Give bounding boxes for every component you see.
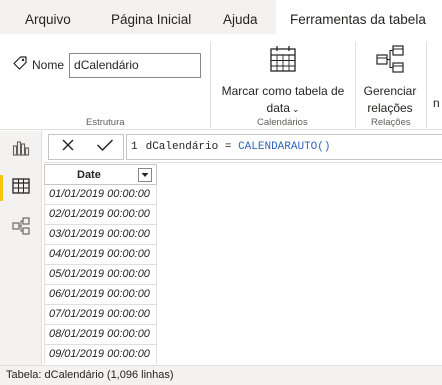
data-grid: Date 01/01/2019 00:00:00 02/01/2019 00:0… bbox=[44, 164, 157, 364]
tab-pagina-inicial[interactable]: Página Inicial bbox=[111, 0, 191, 34]
ribbon-truncated-label: n bbox=[433, 96, 440, 110]
formula-editor[interactable]: 1 dCalendário = CALENDARAUTO() bbox=[126, 134, 442, 160]
model-icon bbox=[12, 216, 30, 240]
view-sidebar bbox=[0, 131, 42, 365]
tag-icon bbox=[12, 55, 28, 76]
group-separator bbox=[210, 42, 211, 128]
manage-relationships-button[interactable]: Gerenciar relações bbox=[360, 44, 420, 117]
manage-label-line1: Gerenciar bbox=[363, 84, 417, 98]
tab-arquivo[interactable]: Arquivo bbox=[25, 0, 71, 34]
formula-actions bbox=[48, 134, 124, 160]
ribbon: Nome Estrutura Marcar como tabela de dat… bbox=[0, 34, 442, 130]
table-name-group: Nome bbox=[12, 52, 202, 78]
table-row[interactable]: 06/01/2019 00:00:00 bbox=[44, 285, 157, 305]
manage-label-line2: relações bbox=[367, 101, 413, 115]
model-view-button[interactable] bbox=[0, 211, 42, 245]
group-separator bbox=[426, 42, 427, 128]
chevron-down-icon bbox=[141, 173, 149, 177]
tab-ajuda[interactable]: Ajuda bbox=[223, 0, 258, 34]
column-filter-button[interactable] bbox=[138, 168, 152, 182]
table-row[interactable]: 04/01/2019 00:00:00 bbox=[44, 245, 157, 265]
column-header-label: Date bbox=[77, 169, 101, 181]
menu-bar: Arquivo Página Inicial Ajuda Ferramentas… bbox=[0, 0, 442, 40]
table-row[interactable]: 07/01/2019 00:00:00 bbox=[44, 305, 157, 325]
formula-function: CALENDARAUTO() bbox=[238, 141, 331, 153]
mark-as-date-table-button[interactable]: Marcar como tabela de data ⌄ bbox=[218, 44, 348, 118]
check-icon bbox=[96, 138, 114, 157]
table-row[interactable]: 09/01/2019 00:00:00 bbox=[44, 345, 157, 364]
bar-chart-icon bbox=[12, 140, 30, 161]
calendar-icon bbox=[218, 44, 348, 79]
group-label-relacoes: Relações bbox=[371, 117, 411, 128]
status-bar: Tabela: dCalendário (1,096 linhas) bbox=[0, 365, 442, 385]
table-row[interactable]: 05/01/2019 00:00:00 bbox=[44, 265, 157, 285]
table-row[interactable]: 08/01/2019 00:00:00 bbox=[44, 325, 157, 345]
formula-operator: = bbox=[224, 141, 232, 153]
group-label-calendarios: Calendários bbox=[257, 117, 308, 128]
cancel-formula-button[interactable] bbox=[55, 135, 81, 159]
group-label-estrutura: Estrutura bbox=[86, 117, 125, 128]
status-text: Tabela: dCalendário (1,096 linhas) bbox=[6, 369, 174, 381]
mark-label-line1: Marcar como tabela de bbox=[221, 84, 345, 98]
data-grid-area: Date 01/01/2019 00:00:00 02/01/2019 00:0… bbox=[44, 164, 442, 364]
name-label: Nome bbox=[32, 58, 65, 72]
group-separator bbox=[355, 42, 356, 128]
table-row[interactable]: 01/01/2019 00:00:00 bbox=[44, 185, 157, 205]
formula-table-name: dCalendário bbox=[145, 141, 219, 153]
chevron-down-icon: ⌄ bbox=[291, 104, 300, 114]
relationships-icon bbox=[360, 44, 420, 79]
table-row[interactable]: 03/01/2019 00:00:00 bbox=[44, 225, 157, 245]
tab-ferramentas-da-tabela[interactable]: Ferramentas da tabela bbox=[276, 0, 442, 40]
table-icon bbox=[12, 177, 30, 199]
column-header-date[interactable]: Date bbox=[44, 164, 157, 185]
commit-formula-button[interactable] bbox=[92, 135, 118, 159]
data-view-button[interactable] bbox=[0, 171, 42, 205]
table-name-input[interactable] bbox=[69, 52, 202, 78]
line-number: 1 bbox=[131, 141, 138, 153]
close-icon bbox=[61, 138, 75, 157]
table-row[interactable]: 02/01/2019 00:00:00 bbox=[44, 205, 157, 225]
report-view-button[interactable] bbox=[0, 133, 42, 167]
formula-bar: 1 dCalendário = CALENDARAUTO() bbox=[44, 131, 442, 163]
mark-label-line2: data ⌄ bbox=[266, 101, 300, 115]
